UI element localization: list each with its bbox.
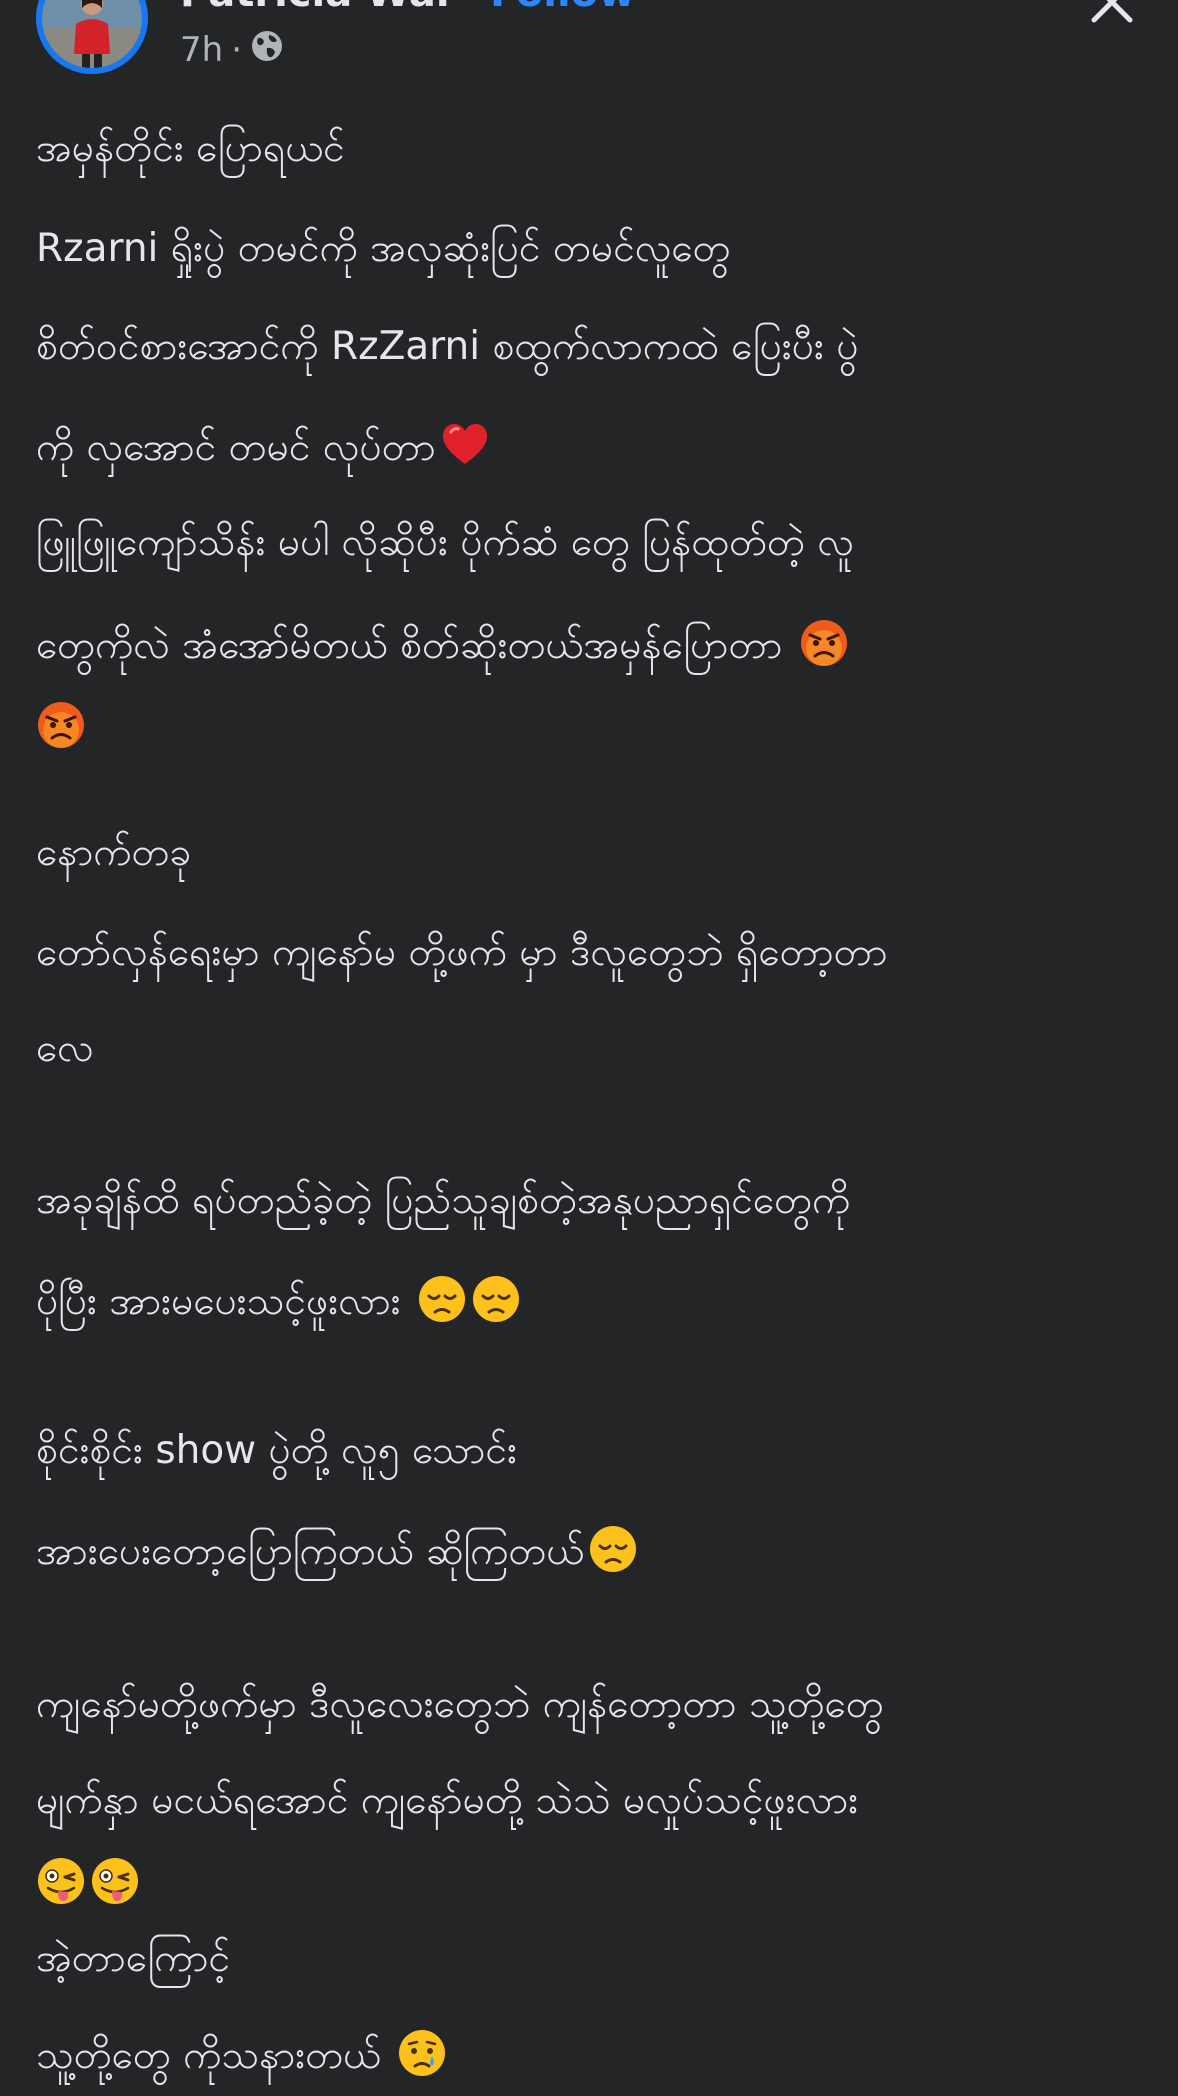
red-heart-icon [440, 420, 490, 470]
disappointed-face-icon [588, 1524, 638, 1574]
post-line: အဲ့တာကြောင့် [36, 1936, 231, 1981]
winking-tongue-face-icon [36, 1856, 86, 1906]
disappointed-face-icon [417, 1274, 467, 1324]
post-line-with-emoji: ကို လှအောင် တမင် လုပ်တာ [36, 420, 490, 480]
post-line: နောက်တခု [36, 830, 192, 875]
globe-icon [250, 29, 284, 72]
post-line: စိုင်းစိုင်း show ပွဲတို့ လူ၅ သောင်း [36, 1428, 517, 1473]
post-line: ကို လှအောင် တမင် လုပ်တာ [36, 425, 436, 470]
name-separator: · [463, 0, 476, 16]
avatar[interactable] [36, 0, 148, 74]
post-line-with-emoji: ပိုပြီး အားမပေးသင့်ဖူးလား [36, 1274, 521, 1334]
post-line: အခုချိန်ထိ ရပ်တည်ခဲ့တဲ့ ပြည်သူချစ်တဲ့အနု… [36, 1178, 851, 1223]
post-line: လေ [36, 1026, 94, 1071]
post-line-with-emoji: သူ့တို့တွေ ကိုသနားတယ် [36, 2028, 447, 2088]
follow-button[interactable]: Follow [490, 0, 635, 16]
meta-dot: · [231, 30, 242, 70]
post-line: စိတ်ဝင်စားအောင်ကို RzZarni စထွက်လာကထဲ ပြ… [36, 324, 859, 369]
post-line-with-emoji: တွေကိုလဲ အံအော်မိတယ် စိတ်ဆိုးတယ်အမှန်ပြေ… [36, 618, 849, 678]
disappointed-face-icon [471, 1274, 521, 1324]
post-line-with-emoji: အားပေးတော့ပြောကြတယ် ဆိုကြတယ် [36, 1524, 638, 1584]
post-header: Patricia Wai · Follow 7h · [0, 0, 1178, 90]
post-line: အားပေးတော့ပြောကြတယ် ဆိုကြတယ် [36, 1529, 585, 1574]
post-line: မျက်နှာ မငယ်ရအောင် ကျနော်မတို့ သဲသဲ မလှု… [36, 1778, 859, 1823]
post-line: တော်လှန်ရေးမှာ ကျနော်မ တို့ဖက် မှာ ဒီလူတ… [36, 930, 888, 975]
post-time[interactable]: 7h [180, 30, 223, 70]
winking-tongue-face-icon [90, 1856, 140, 1906]
post-line: တွေကိုလဲ အံအော်မိတယ် စိတ်ဆိုးတယ်အမှန်ပြေ… [36, 623, 795, 668]
angry-face-icon [36, 700, 86, 750]
author-line: Patricia Wai · Follow [180, 0, 635, 16]
post-line: ပိုပြီး အားမပေးသင့်ဖူးလား [36, 1279, 414, 1324]
close-icon[interactable] [1086, 0, 1138, 28]
post-meta: 7h · [180, 28, 284, 72]
post-line-with-emoji [36, 1856, 140, 1906]
crying-face-icon [397, 2028, 447, 2078]
post-line: သူ့တို့တွေ ကိုသနားတယ် [36, 2033, 394, 2078]
author-name[interactable]: Patricia Wai [180, 0, 450, 16]
post-line: ကျနော်မတို့ဖက်မှာ ဒီလူလေးတွေဘဲ ကျန်တော့တ… [36, 1682, 884, 1727]
post-line-with-emoji [36, 700, 86, 750]
post-line: Rzarni ရှိုးပွဲ တမင်ကို အလှဆုံးပြင် တမင်… [36, 226, 731, 271]
post-line: အမှန်တိုင်း ပြောရယင် [36, 126, 345, 171]
post-line: ဖြူဖြူကျော်သိန်း မပါ လိုဆိုပီး ပိုက်ဆံ တ… [36, 520, 854, 565]
angry-face-icon [799, 618, 849, 668]
